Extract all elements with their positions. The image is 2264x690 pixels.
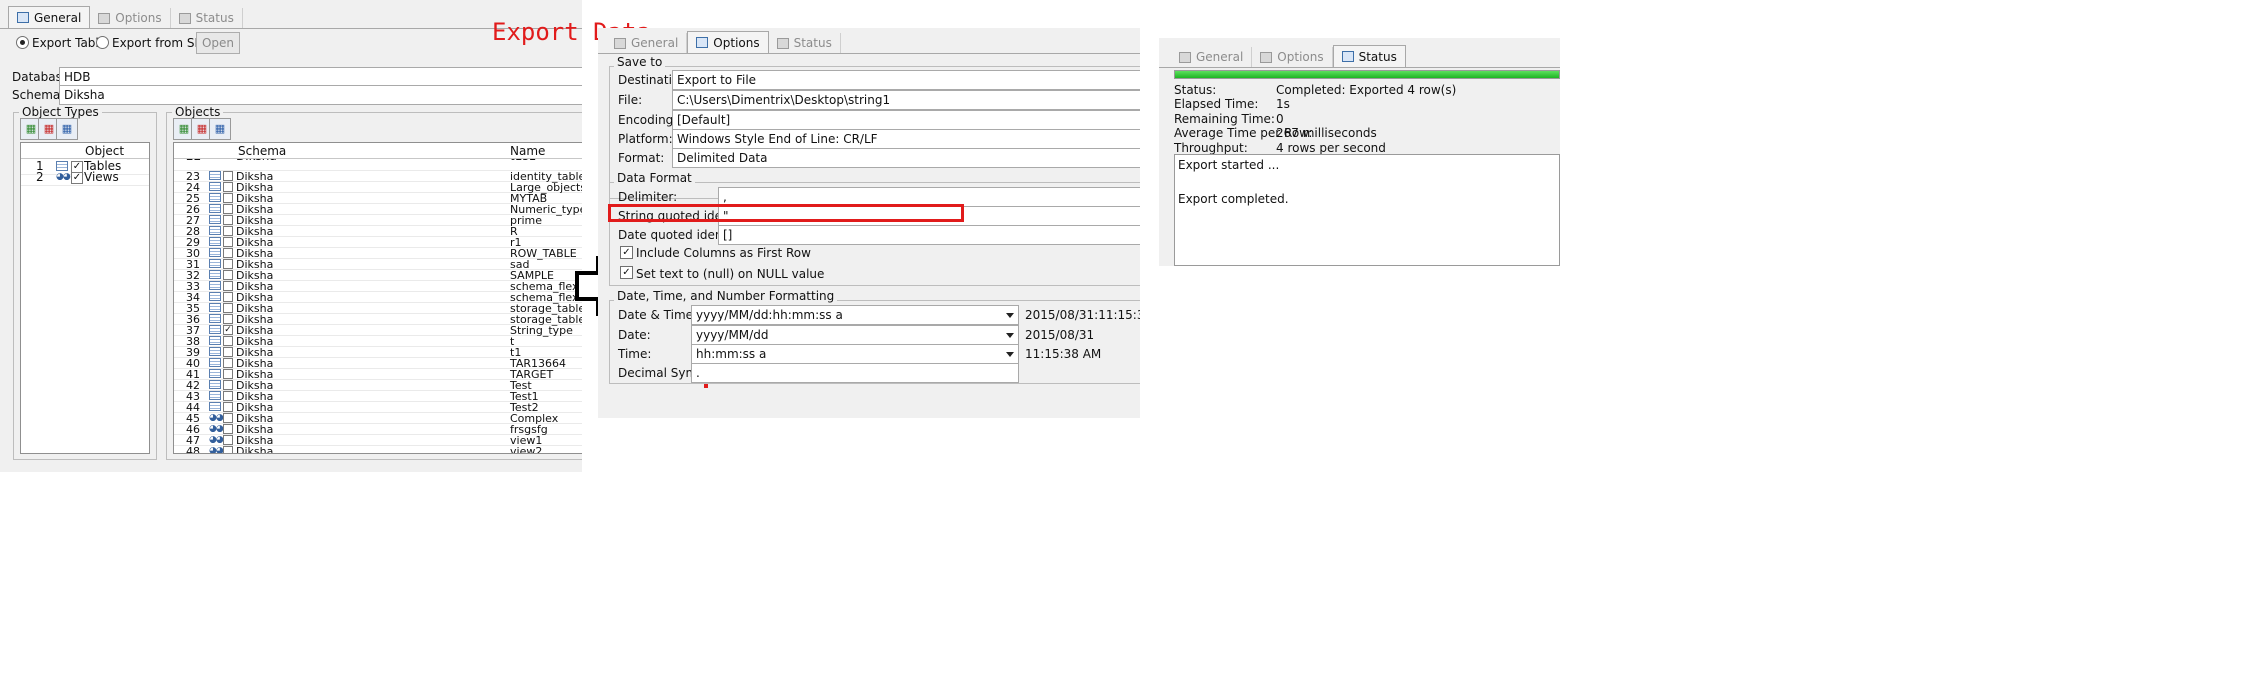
set-null-label: Set text to (null) on NULL value	[636, 267, 825, 281]
formatting-title: Date, Time, and Number Formatting	[614, 289, 838, 303]
status-panel: General Options Status Status: Completed…	[1159, 38, 1560, 266]
log-line: Export started ...	[1178, 158, 1280, 172]
tab-general[interactable]: General	[8, 6, 91, 28]
tab-general[interactable]: General	[1171, 47, 1253, 67]
invert-types-icon[interactable]: ▦	[56, 118, 78, 140]
include-columns-label: Include Columns as First Row	[636, 246, 811, 260]
decimal-field[interactable]: .	[691, 363, 1019, 383]
object-column-header: Object	[85, 144, 125, 158]
tab-status[interactable]: Status	[171, 8, 243, 28]
tab-status[interactable]: Status	[1332, 45, 1406, 67]
datetime-preview: 2015/08/31:11:15:38 AM	[1025, 308, 1140, 322]
avg-time-value: 267 milliseconds	[1276, 126, 1377, 140]
general-tab-icon	[17, 12, 29, 23]
log-area[interactable]: Export started ... Export completed.	[1174, 154, 1560, 266]
chevron-down-icon	[1006, 313, 1014, 318]
name-column-header: Name	[510, 144, 546, 158]
throughput-value: 4 rows per second	[1276, 141, 1386, 155]
database-field[interactable]: HDB	[59, 67, 582, 87]
open-button[interactable]: Open	[196, 32, 240, 54]
options-tab-icon	[696, 37, 709, 48]
save-to-title: Save to	[614, 55, 666, 69]
date-label: Date:	[618, 328, 651, 342]
tab-general[interactable]: General	[606, 33, 688, 53]
tab-options[interactable]: Options	[1252, 47, 1333, 67]
time-preview: 11:15:38 AM	[1025, 347, 1102, 361]
format-field[interactable]: Delimited Data	[672, 148, 1140, 168]
platform-field[interactable]: Windows Style End of Line: CR/LF	[672, 129, 1140, 149]
delimiter-label: Delimiter:	[618, 190, 678, 204]
file-field[interactable]: C:\Users\Dimentrix\Desktop\string1	[672, 90, 1140, 110]
log-line: Export completed.	[1178, 192, 1289, 206]
schema-label: Schema:	[12, 88, 65, 102]
file-label: File:	[618, 93, 643, 107]
table-row[interactable]: 48 ◕◕ Diksha view2	[174, 446, 582, 453]
object-type-row[interactable]: 2 ◕◕ ✓ Views	[21, 170, 149, 186]
time-label: Time:	[618, 347, 652, 361]
progress-bar	[1174, 70, 1560, 79]
export-table-radio[interactable]	[16, 36, 29, 49]
general-tab-icon	[614, 37, 626, 49]
progress-fill	[1175, 71, 1559, 78]
remaining-value: 0	[1276, 112, 1284, 126]
export-select-radio[interactable]	[96, 36, 109, 49]
set-null-checkbox[interactable]: ✓	[620, 266, 633, 279]
objects-table: 22 Diksha t1s1 Schema Name 23Dikshaident…	[173, 142, 582, 454]
tab-status[interactable]: Status	[769, 33, 841, 53]
status-tab-icon	[1341, 51, 1354, 62]
tab-options[interactable]: Options	[90, 8, 171, 28]
objects-title: Objects	[172, 105, 224, 119]
include-columns-checkbox[interactable]: ✓	[620, 246, 633, 259]
export-table-label: Export Table	[32, 36, 107, 50]
options-tab-icon	[1260, 51, 1273, 63]
datetime-label: Date & Time:	[618, 308, 698, 322]
general-tab-icon	[1179, 51, 1191, 63]
data-format-title: Data Format	[614, 171, 695, 185]
format-label: Format:	[618, 151, 665, 165]
object-types-table: Object 1 ✓ Tables 2 ◕◕ ✓ Views	[20, 142, 150, 454]
date-quoted-field[interactable]: []	[718, 225, 1140, 245]
object-types-title: Object Types	[19, 105, 102, 119]
throughput-label: Throughput:	[1174, 141, 1248, 155]
options-panel: General Options Status Save to Destinati…	[598, 28, 1140, 418]
remaining-label: Remaining Time:	[1174, 112, 1275, 126]
schema-field[interactable]: Diksha	[59, 85, 582, 105]
destination-field[interactable]: Export to File	[672, 70, 1140, 90]
options-tab-icon	[98, 12, 111, 24]
red-marker	[704, 384, 708, 388]
chevron-down-icon	[1006, 352, 1014, 357]
platform-label: Platform:	[618, 132, 673, 146]
invert-objects-icon[interactable]: ▦	[209, 118, 231, 140]
elapsed-label: Elapsed Time:	[1174, 97, 1259, 111]
tab-options[interactable]: Options	[687, 31, 769, 53]
status-tab-icon	[776, 37, 789, 49]
chevron-down-icon	[1006, 333, 1014, 338]
status-value: Completed: Exported 4 row(s)	[1276, 83, 1457, 97]
general-panel: General Options Status Export Table Expo…	[0, 0, 582, 472]
time-dropdown[interactable]: hh:mm:ss a	[691, 344, 1019, 364]
elapsed-value: 1s	[1276, 97, 1290, 111]
encoding-field[interactable]: [Default]	[672, 110, 1140, 130]
encoding-label: Encoding:	[618, 113, 678, 127]
string-quoted-highlight	[608, 204, 964, 222]
date-dropdown[interactable]: yyyy/MM/dd	[691, 325, 1019, 345]
schema-column-header: Schema	[238, 144, 287, 158]
status-label: Status:	[1174, 83, 1217, 97]
date-preview: 2015/08/31	[1025, 328, 1095, 342]
datetime-dropdown[interactable]: yyyy/MM/dd:hh:mm:ss a	[691, 305, 1019, 325]
status-tab-icon	[178, 12, 191, 24]
